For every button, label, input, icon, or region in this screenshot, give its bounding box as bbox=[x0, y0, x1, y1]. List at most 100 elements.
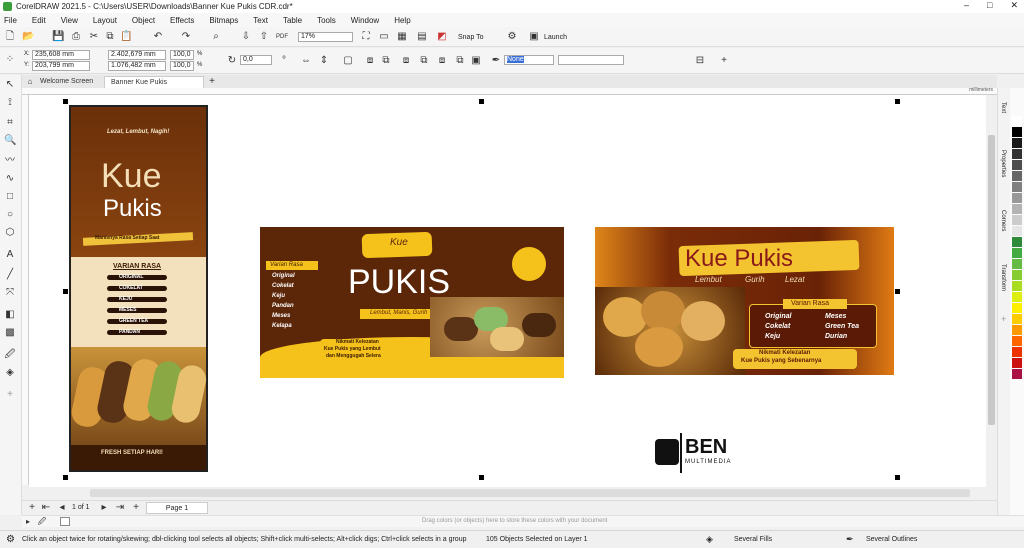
menu-item-text[interactable]: Text bbox=[253, 16, 268, 25]
vertical-scrollbar[interactable] bbox=[986, 95, 997, 487]
paste-icon[interactable]: 📋 bbox=[120, 31, 132, 43]
vertical-scroll-thumb[interactable] bbox=[988, 135, 995, 425]
no-color-swatch[interactable] bbox=[60, 517, 70, 526]
first-page-icon[interactable]: ⇤ bbox=[40, 502, 52, 514]
menu-item-help[interactable]: Help bbox=[394, 16, 410, 25]
selection-handle[interactable] bbox=[895, 289, 900, 294]
color-swatch[interactable] bbox=[1012, 182, 1022, 192]
add-page-after-icon[interactable]: + bbox=[130, 502, 142, 514]
rotation-field[interactable]: 0,0 bbox=[240, 55, 272, 65]
menu-item-edit[interactable]: Edit bbox=[32, 16, 46, 25]
vertical-banner[interactable]: Lezat, Lembut, Nagih! Kue Pukis Manisnya… bbox=[69, 105, 209, 472]
full-screen-icon[interactable]: ⛶ bbox=[360, 31, 372, 43]
menu-item-layout[interactable]: Layout bbox=[93, 16, 117, 25]
width-field[interactable]: 2.402,679 mm bbox=[108, 50, 166, 60]
page-tab[interactable]: Page 1 bbox=[146, 502, 208, 514]
color-swatch[interactable] bbox=[1012, 270, 1022, 280]
blend-tool-icon[interactable]: ⤧ bbox=[4, 287, 16, 299]
color-swatch[interactable] bbox=[1012, 347, 1022, 357]
palette-menu-icon[interactable]: ▸ bbox=[22, 516, 34, 528]
y-position-field[interactable]: 203,799 mm bbox=[32, 61, 90, 71]
color-swatch[interactable] bbox=[1012, 138, 1022, 148]
pick-tool-icon[interactable]: ↖ bbox=[4, 79, 16, 91]
menu-item-object[interactable]: Object bbox=[132, 16, 155, 25]
selection-handle[interactable] bbox=[895, 99, 900, 104]
close-button[interactable]: ✕ bbox=[1010, 0, 1018, 11]
color-swatch[interactable] bbox=[1012, 259, 1022, 269]
minimize-button[interactable]: – bbox=[964, 0, 969, 11]
text-tool-icon[interactable]: A bbox=[4, 249, 16, 261]
save-icon[interactable]: 💾 bbox=[52, 31, 64, 43]
zoom-tool-icon[interactable]: 🔍 bbox=[4, 135, 16, 147]
selection-handle[interactable] bbox=[895, 475, 900, 480]
selection-handle[interactable] bbox=[63, 475, 68, 480]
export-icon[interactable]: ⇧ bbox=[258, 31, 270, 43]
color-swatch[interactable] bbox=[1012, 116, 1022, 126]
status-gear-icon[interactable]: ⚙ bbox=[6, 534, 15, 545]
menu-item-table[interactable]: Table bbox=[283, 16, 302, 25]
docker-tab-properties[interactable]: Properties bbox=[1000, 150, 1006, 177]
docker-tab-transform[interactable]: Transform bbox=[1000, 264, 1006, 291]
color-swatch[interactable] bbox=[1012, 325, 1022, 335]
scale-x-field[interactable]: 100,0 bbox=[170, 50, 194, 60]
shape-tool-icon[interactable]: ⟟ bbox=[4, 97, 16, 109]
docker-tab-text[interactable]: Text bbox=[1000, 102, 1006, 113]
rectangle-tool-icon[interactable]: □ bbox=[4, 191, 16, 203]
middle-banner[interactable]: Kue PUKIS Lembut, Manis, Gurih Varian Ra… bbox=[260, 227, 564, 378]
redo-icon[interactable]: ↷ bbox=[180, 31, 192, 43]
eyedropper-icon[interactable]: 🖉 bbox=[36, 516, 48, 528]
menu-item-bitmaps[interactable]: Bitmaps bbox=[209, 16, 238, 25]
menu-item-view[interactable]: View bbox=[61, 16, 78, 25]
ellipse-tool-icon[interactable]: ○ bbox=[4, 209, 16, 221]
grid-icon[interactable]: ▦ bbox=[396, 31, 408, 43]
color-swatch[interactable] bbox=[1012, 204, 1022, 214]
selection-handle[interactable] bbox=[63, 99, 68, 104]
copy-icon[interactable]: ⧉ bbox=[104, 31, 116, 43]
text-wrap-icon[interactable]: ⊟ bbox=[694, 55, 706, 67]
horizontal-scrollbar[interactable] bbox=[90, 489, 970, 497]
pdf-icon[interactable]: PDF bbox=[276, 31, 288, 43]
color-swatch[interactable] bbox=[1012, 314, 1022, 324]
menu-item-tools[interactable]: Tools bbox=[317, 16, 336, 25]
color-swatch[interactable] bbox=[1012, 303, 1022, 313]
color-swatch[interactable] bbox=[1012, 149, 1022, 159]
transparency-tool-icon[interactable]: ◧ bbox=[4, 309, 16, 321]
launch-icon[interactable]: ▣ bbox=[528, 31, 540, 43]
last-page-icon[interactable]: ⇥ bbox=[114, 502, 126, 514]
color-swatch[interactable] bbox=[1012, 358, 1022, 368]
height-field[interactable]: 1.076,482 mm bbox=[108, 61, 166, 71]
scale-y-field[interactable]: 100,0 bbox=[170, 61, 194, 71]
add-page-icon[interactable]: + bbox=[26, 502, 38, 514]
mirror-v-icon[interactable]: ⇕ bbox=[318, 55, 330, 67]
intersect-icon[interactable]: ⧉ bbox=[454, 55, 466, 67]
add-icon[interactable]: + bbox=[718, 55, 730, 67]
snap-icon[interactable]: ◩ bbox=[436, 31, 448, 43]
menu-item-window[interactable]: Window bbox=[351, 16, 379, 25]
search-content-icon[interactable]: ⌕ bbox=[210, 31, 222, 43]
reference-point-icon[interactable]: ⁘ bbox=[4, 54, 16, 66]
ungroup-all-icon[interactable]: ⧉ bbox=[380, 55, 392, 67]
selection-handle[interactable] bbox=[63, 289, 68, 294]
color-swatch[interactable] bbox=[1012, 237, 1022, 247]
drawing-canvas[interactable]: Lezat, Lembut, Nagih! Kue Pukis Manisnya… bbox=[29, 95, 986, 487]
mirror-h-icon[interactable]: ⇔ bbox=[300, 55, 312, 67]
artistic-media-icon[interactable]: ∿ bbox=[4, 173, 16, 185]
add-docker-icon[interactable]: + bbox=[1001, 314, 1006, 324]
add-tool-icon[interactable]: + bbox=[4, 389, 16, 401]
line-style-field[interactable] bbox=[558, 55, 624, 65]
polygon-tool-icon[interactable]: ⬡ bbox=[4, 227, 16, 239]
color-swatch[interactable] bbox=[1012, 292, 1022, 302]
selection-handle[interactable] bbox=[479, 99, 484, 104]
combine-icon[interactable]: ⧈ bbox=[400, 55, 412, 67]
cut-icon[interactable]: ✂ bbox=[88, 31, 100, 43]
print-icon[interactable]: ⎙ bbox=[70, 31, 82, 43]
eyedropper-icon[interactable]: 🖉 bbox=[4, 349, 16, 361]
color-swatch[interactable] bbox=[1012, 369, 1022, 379]
right-banner[interactable]: Kue Pukis Lembut Gurih Lezat Varian Rasa… bbox=[595, 227, 894, 375]
color-swatch[interactable] bbox=[1012, 248, 1022, 258]
fill-tool-icon[interactable]: ◈ bbox=[4, 367, 16, 379]
ungroup-icon[interactable]: ⧈ bbox=[364, 55, 376, 67]
group-icon[interactable]: ▢ bbox=[342, 55, 354, 67]
zoom-level-field[interactable]: 17% bbox=[298, 32, 353, 42]
connector-tool-icon[interactable]: ╱ bbox=[4, 269, 16, 281]
